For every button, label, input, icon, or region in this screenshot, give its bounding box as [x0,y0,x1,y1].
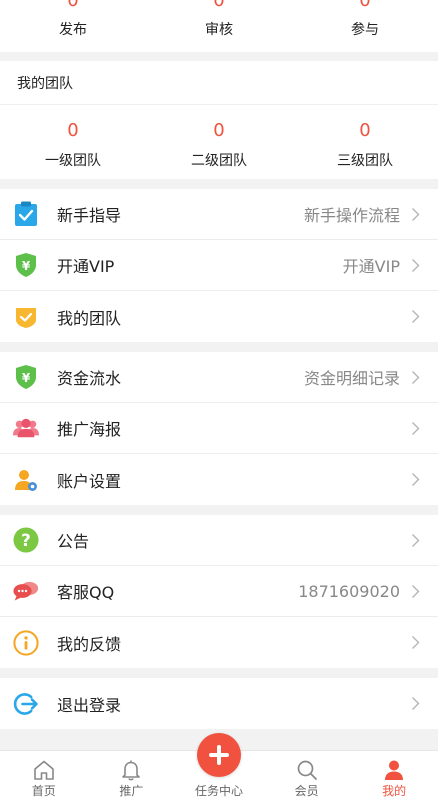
team-level-1[interactable]: 0 一级团队 [0,105,146,179]
team-level-value: 0 [359,120,371,141]
team-level-label: 二级团队 [191,153,247,169]
menu-item-label: 客服QQ [57,583,115,602]
chevron-right-icon [406,370,424,385]
menu-item-announcement[interactable]: ? 公告 [0,515,438,566]
stat-value: 0 [359,0,371,11]
team-level-value: 0 [213,120,225,141]
chevron-right-icon [406,207,424,222]
team-level-label: 一级团队 [45,153,101,169]
menu-item-label: 推广海报 [57,420,122,439]
info-icon [13,629,39,656]
team-level-2[interactable]: 0 二级团队 [146,105,292,179]
tab-promote[interactable]: 推广 [88,751,176,801]
chevron-right-icon [406,696,424,711]
menu-item-label: 新手指导 [57,206,122,225]
stat-label: 审核 [205,22,233,38]
menu-group-logout: 退出登录 [0,678,438,729]
stat-value: 0 [213,0,225,11]
menu-item-account-settings[interactable]: 账户设置 [0,454,438,505]
menu-item-label: 开通VIP [57,257,115,276]
tab-mine[interactable]: 我的 [350,751,438,801]
tab-task-center[interactable]: 任务中心 [175,733,263,801]
user-icon [383,759,405,781]
menu-item-value: 资金明细记录 [303,369,400,388]
menu-item-value: 开通VIP [342,257,400,276]
tab-label: 我的 [382,784,407,798]
tab-home[interactable]: 首页 [0,751,88,801]
menu-item-fund-flow[interactable]: ¥ 资金流水 资金明细记录 [0,352,438,403]
tab-label: 推广 [119,784,144,798]
team-level-value: 0 [67,120,79,141]
yen-shield-icon: ¥ [13,252,39,278]
menu-item-my-team[interactable]: 我的团队 [0,291,438,342]
chevron-right-icon [406,533,424,548]
menu-item-label: 我的团队 [57,308,122,328]
svg-text:¥: ¥ [22,259,31,273]
menu-item-vip[interactable]: ¥ 开通VIP 开通VIP [0,240,438,291]
chevron-right-icon [406,635,424,650]
chevron-right-icon [406,472,424,487]
stat-review[interactable]: 0 审核 [146,0,292,52]
bell-icon [120,759,142,781]
chevron-right-icon [406,309,424,324]
menu-item-label: 账户设置 [57,471,122,491]
add-task-button[interactable] [196,733,241,777]
stat-label: 发布 [59,22,87,38]
tab-member[interactable]: 会员 [263,751,351,801]
clipboard-check-icon [13,201,39,227]
stats-summary: 0 发布 0 审核 0 参与 [0,0,438,52]
team-card: 我的团队 0 一级团队 0 二级团队 0 三级团队 [0,61,438,179]
svg-text:¥: ¥ [22,371,31,385]
logout-icon [13,691,39,717]
team-title: 我的团队 [0,61,438,105]
stat-publish[interactable]: 0 发布 [0,0,146,52]
menu-group-guide: 新手指导 新手操作流程 ¥ 开通VIP 开通VIP 我的团队 [0,189,438,342]
stat-label: 参与 [351,22,379,38]
menu-item-beginner-guide[interactable]: 新手指导 新手操作流程 [0,189,438,240]
chevron-right-icon [406,584,424,599]
menu-group-support: ? 公告 客服QQ 1871609020 我的反馈 [0,515,438,668]
yen-shield-icon: ¥ [13,364,39,390]
chevron-right-icon [406,258,424,273]
chevron-right-icon [406,421,424,436]
team-level-3[interactable]: 0 三级团队 [292,105,438,179]
stat-value: 0 [67,0,79,11]
menu-item-feedback[interactable]: 我的反馈 [0,617,438,668]
bottom-tab-bar: 首页 推广 任务中心 会员 我的 [0,733,438,801]
menu-group-account: ¥ 资金流水 资金明细记录 推广海报 账户设置 [0,352,438,505]
menu-item-label: 我的反馈 [57,634,122,654]
home-icon [33,759,55,781]
svg-text:?: ? [21,530,31,550]
team-levels: 0 一级团队 0 二级团队 0 三级团队 [0,105,438,179]
tab-label: 会员 [294,784,319,798]
search-icon [296,759,318,781]
menu-item-customer-service-qq[interactable]: 客服QQ 1871609020 [0,566,438,617]
menu-item-label: 退出登录 [57,695,122,715]
plus-icon [208,745,229,765]
menu-item-value: 新手操作流程 [303,206,400,225]
menu-item-value: 1871609020 [298,581,400,601]
team-level-label: 三级团队 [337,153,393,169]
people-icon [13,415,39,441]
menu-item-label: 公告 [57,532,90,551]
menu-item-promo-poster[interactable]: 推广海报 [0,403,438,454]
chat-icon [13,578,39,604]
check-badge-icon [13,304,39,330]
question-icon: ? [13,527,39,553]
menu-item-logout[interactable]: 退出登录 [0,678,438,729]
user-settings-icon [13,467,39,493]
menu-item-label: 资金流水 [57,369,122,388]
tab-label: 任务中心 [194,784,243,798]
stat-participate[interactable]: 0 参与 [292,0,438,52]
tab-label: 首页 [31,784,56,798]
